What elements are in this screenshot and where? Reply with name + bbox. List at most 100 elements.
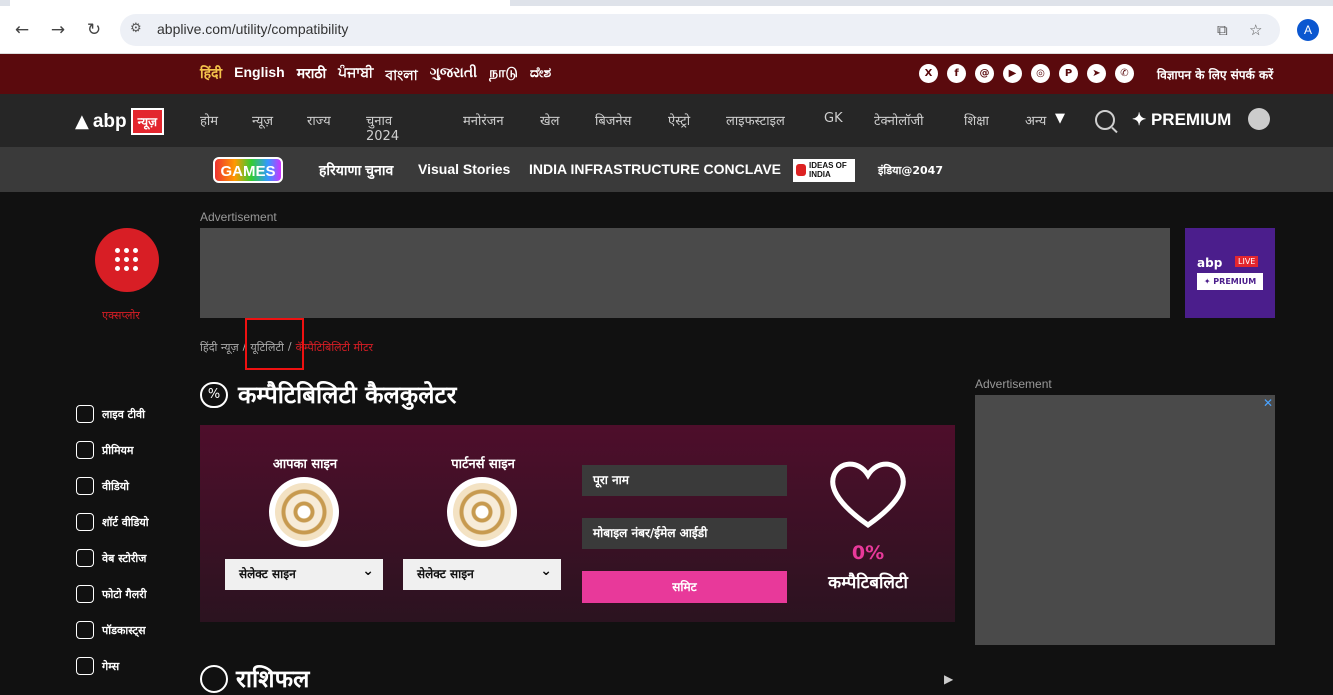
- back-icon[interactable]: ←: [10, 18, 34, 42]
- sidemenu-label: फोटो गैलरी: [102, 587, 147, 601]
- promo-live-badge: LIVE: [1235, 256, 1259, 267]
- language-item[interactable]: বাংলা: [385, 64, 417, 88]
- ad-label-side: Advertisement: [975, 377, 1052, 391]
- pinterest-icon[interactable]: P: [1059, 64, 1078, 83]
- language-item[interactable]: मराठी: [297, 64, 326, 88]
- full-name-field[interactable]: पूरा नाम: [582, 465, 787, 496]
- forward-icon[interactable]: →: [46, 18, 70, 42]
- partner-sign-label: पार्टनर्स साइन: [451, 457, 515, 472]
- explore-button[interactable]: [95, 228, 159, 292]
- translate-icon[interactable]: ⧉: [1217, 21, 1228, 39]
- sidemenu-item[interactable]: वेब स्टोरीज: [76, 540, 149, 576]
- subnav-item-haryana[interactable]: हरियाणा चुनाव: [319, 161, 393, 180]
- heart-percent-icon: %: [200, 381, 228, 408]
- sidemenu-icon: [76, 585, 94, 603]
- your-sign-select[interactable]: सेलेक्ट साइन: [225, 556, 383, 590]
- site-info-icon[interactable]: ⚙: [130, 21, 142, 36]
- active-tab[interactable]: [10, 0, 510, 6]
- ad-banner-side[interactable]: ✕: [975, 395, 1275, 645]
- compatibility-calculator: आपका साइन सेलेक्ट साइन पार्टनर्स साइन से…: [200, 425, 955, 622]
- sidemenu-item[interactable]: प्रीमियम: [76, 432, 149, 468]
- nav-item[interactable]: मनोरंजन: [463, 111, 504, 129]
- sidemenu-item[interactable]: पॉडकास्ट्स: [76, 612, 149, 648]
- nav-item[interactable]: GK: [824, 111, 843, 126]
- language-item[interactable]: ದೇಶ: [530, 64, 551, 88]
- games-logo[interactable]: GAMES: [213, 157, 283, 183]
- nav-item[interactable]: ऐस्ट्रो: [668, 111, 690, 129]
- logo-badge: न्यूज़: [130, 108, 165, 135]
- browser-chrome: ← → ↻ ⚙ abplive.com/utility/compatibilit…: [0, 0, 1333, 54]
- heart-icon: [830, 461, 906, 529]
- arrow-right-icon[interactable]: ▶: [944, 672, 953, 686]
- promo-brand: abp: [1197, 256, 1223, 270]
- breadcrumb-current: कॅम्पैटिबिलिटी मीटर: [295, 341, 373, 354]
- nav-item[interactable]: बिजनेस: [595, 111, 631, 129]
- sidemenu-label: वेब स्टोरीज: [102, 551, 147, 565]
- zodiac-icon: [200, 664, 228, 693]
- sidemenu-item[interactable]: फोटो गैलरी: [76, 576, 149, 612]
- nav-item[interactable]: होम: [200, 111, 218, 129]
- abp-logo[interactable]: ▲ abp न्यूज़: [75, 108, 165, 135]
- language-item[interactable]: ગુજરાતી: [430, 64, 477, 88]
- telegram-icon[interactable]: ➤: [1087, 64, 1106, 83]
- user-avatar-icon[interactable]: [1248, 108, 1270, 130]
- ad-banner-top[interactable]: [200, 228, 1170, 318]
- language-item[interactable]: ਪੰਜਾਬੀ: [338, 64, 373, 88]
- nav-item[interactable]: अन्य: [1025, 111, 1046, 129]
- page-title: % कम्पैटिबिलिटी कैलकुलेटर: [200, 378, 456, 411]
- zodiac-wheel-icon: [269, 477, 339, 547]
- promo-premium-badge: ✦ PREMIUM: [1197, 273, 1263, 290]
- instagram-icon[interactable]: ◎: [1031, 64, 1050, 83]
- ad-contact-link[interactable]: विज्ञापन के लिए संपर्क करें: [1157, 66, 1273, 83]
- profile-avatar[interactable]: A: [1297, 19, 1319, 41]
- compatibility-percent: 0%: [851, 542, 885, 564]
- submit-button[interactable]: समिट: [582, 571, 787, 603]
- threads-icon[interactable]: @: [975, 64, 994, 83]
- youtube-icon[interactable]: ▶: [1003, 64, 1022, 83]
- sidemenu-item[interactable]: वीडियो: [76, 468, 149, 504]
- nav-item[interactable]: चुनाव 2024: [366, 111, 399, 144]
- whatsapp-icon[interactable]: ✆: [1115, 64, 1134, 83]
- nav-item[interactable]: न्यूज़: [252, 111, 273, 129]
- language-bar: हिंदी English मराठी ਪੰਜਾਬੀ বাংলা ગુજરાતી நாடு ದ…: [0, 54, 1333, 94]
- sidemenu-item[interactable]: लाइव टीवी: [76, 396, 149, 432]
- sidemenu-label: शॉर्ट वीडियो: [102, 515, 149, 529]
- india-2047-logo[interactable]: इंडिया@2047: [878, 163, 943, 178]
- premium-promo[interactable]: abp LIVE ✦ PREMIUM: [1185, 228, 1275, 318]
- nav-item[interactable]: राज्य: [307, 111, 331, 129]
- contact-field[interactable]: मोबाइल नंबर/ईमेल आईडी: [582, 518, 787, 549]
- search-icon[interactable]: [1095, 110, 1115, 130]
- sidemenu-icon: [76, 657, 94, 675]
- sidemenu-icon: [76, 405, 94, 423]
- sidemenu-item[interactable]: शॉर्ट वीडियो: [76, 504, 149, 540]
- reload-icon[interactable]: ↻: [82, 18, 106, 42]
- nav-item[interactable]: शिक्षा: [964, 111, 989, 129]
- ad-close-icon[interactable]: ✕: [1263, 396, 1273, 410]
- subnav-item-infra-conclave[interactable]: INDIA INFRASTRUCTURE CONCLAVE: [529, 161, 781, 177]
- bookmark-star-icon[interactable]: ☆: [1249, 21, 1262, 39]
- address-bar[interactable]: ⚙ abplive.com/utility/compatibility ⧉ ☆: [120, 14, 1280, 46]
- partner-sign-select[interactable]: सेलेक्ट साइन: [403, 556, 561, 590]
- nav-item[interactable]: खेल: [540, 111, 559, 129]
- main-nav: ▲ abp न्यूज़ होम न्यूज़ राज्य चुनाव 2024 मनो…: [0, 94, 1333, 147]
- premium-label: PREMIUM: [1150, 110, 1232, 129]
- language-item[interactable]: நாடு: [489, 64, 518, 88]
- nav-item[interactable]: लाइफस्टाइल: [726, 111, 785, 129]
- explore-label[interactable]: एक्सप्लोर: [102, 308, 140, 323]
- sub-nav: GAMES हरियाणा चुनाव Visual Stories INDIA…: [0, 147, 1333, 192]
- x-icon[interactable]: X: [919, 64, 938, 83]
- nav-item[interactable]: टेक्नोलॉजी: [874, 111, 923, 129]
- sidemenu-item[interactable]: गेम्स: [76, 648, 149, 684]
- ideas-of-india-logo[interactable]: IDEAS OF INDIA: [793, 159, 855, 182]
- language-item[interactable]: English: [234, 64, 285, 88]
- url-text[interactable]: abplive.com/utility/compatibility: [157, 21, 348, 37]
- premium-link[interactable]: ✦ PREMIUM: [1132, 110, 1231, 130]
- language-item[interactable]: हिंदी: [200, 64, 222, 88]
- facebook-icon[interactable]: f: [947, 64, 966, 83]
- sidemenu-icon: [76, 513, 94, 531]
- breadcrumb-home[interactable]: हिंदी न्यूज़: [200, 340, 239, 355]
- sidemenu-label: गेम्स: [102, 659, 120, 673]
- subnav-item-visual-stories[interactable]: Visual Stories: [418, 161, 510, 177]
- your-sign-label: आपका साइन: [272, 457, 338, 472]
- chevron-down-icon[interactable]: ▼: [1055, 111, 1065, 126]
